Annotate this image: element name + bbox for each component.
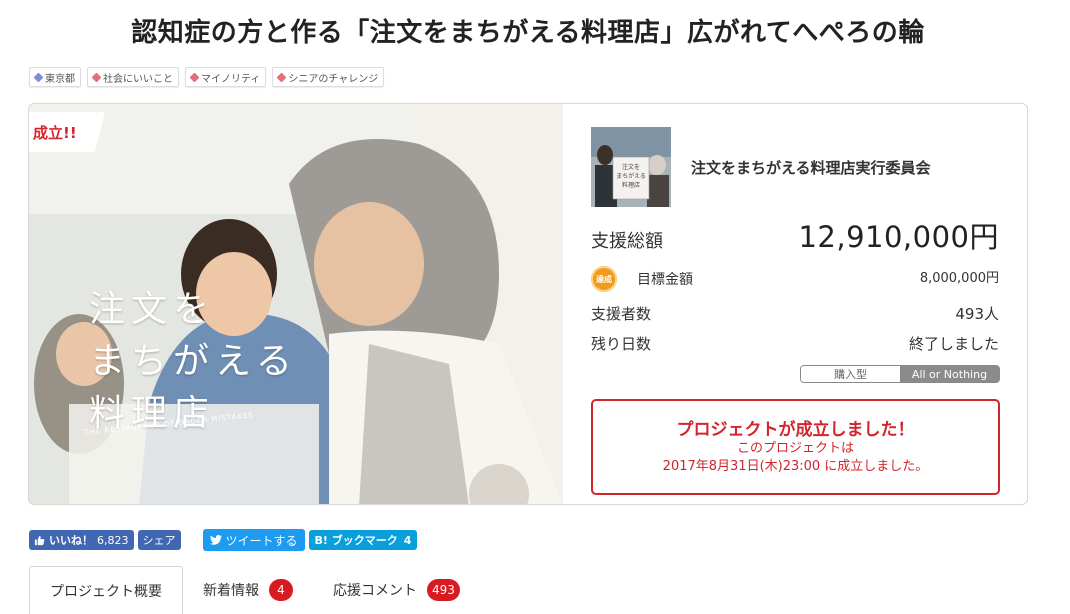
backers-label: 支援者数 [591, 305, 652, 323]
svg-text:注文を: 注文を [622, 163, 640, 171]
hatena-count: 4 [403, 533, 412, 547]
funding-type-indicator: 購入型 All or Nothing [800, 365, 1000, 383]
tag-list: 東京都 社会にいいこと マイノリティ シニアのチャレンジ [29, 67, 385, 87]
page-title: 認知症の方と作る「注文をまちがえる料理店」広がれてへぺろの輪 [131, 18, 925, 48]
like-label: いいね！ [49, 534, 93, 547]
tag-icon [189, 72, 200, 82]
tab-label: 新着情報 [203, 583, 259, 599]
tweet-button[interactable]: ツイートする [202, 529, 305, 551]
svg-text:料理店: 料理店 [622, 181, 640, 189]
facebook-like-button[interactable]: いいね！ 6,823 [29, 530, 134, 550]
tag-label: マイノリティ [201, 73, 261, 85]
success-line: このプロジェクトは [736, 441, 854, 456]
stat-remaining-days: 残り日数 終了しました [591, 333, 999, 354]
share-buttons: いいね！ 6,823 シェア ツイートする B! ブックマーク 4 [29, 529, 418, 551]
remaining-label: 残り日数 [591, 335, 652, 353]
type-purchase: 購入型 [801, 366, 900, 382]
success-ribbon: 成立!! [29, 112, 105, 152]
backers-value: 493人 [955, 305, 999, 323]
project-hero-image: 注文を まちがえる 料理店 THE RESTAURANT OF ORDER MI… [29, 104, 563, 504]
goal-value: 8,000,000円 [919, 270, 999, 286]
tab-updates[interactable]: 新着情報 4 [183, 566, 313, 614]
tag-icon [91, 72, 102, 82]
stat-total-amount: 支援総額 12,910,000円 [591, 214, 999, 256]
tag-icon [33, 72, 44, 82]
thumbs-up-icon [34, 535, 45, 545]
project-info-panel: 注文を まちがえる 料理店 注文をまちがえる料理店実行委員会 支援総額 12,9… [563, 104, 1027, 504]
success-message-box: プロジェクトが成立しました！ このプロジェクトは 2017年8月31日(木)23… [591, 399, 1000, 495]
stat-goal-amount: 達成 目標金額 8,000,000円 [591, 266, 999, 292]
hatena-bookmark-button[interactable]: B! ブックマーク 4 [308, 530, 418, 550]
tag-tokyo[interactable]: 東京都 [29, 67, 81, 87]
stat-backers: 支援者数 493人 [591, 303, 999, 324]
logo-line: 注文を [89, 289, 216, 330]
owner-photo-illustration: 注文を まちがえる 料理店 [591, 127, 671, 207]
tag-icon [276, 72, 287, 82]
tab-label: プロジェクト概要 [50, 583, 162, 600]
tag-social-good[interactable]: 社会にいいこと [87, 67, 179, 87]
hatena-label: B! ブックマーク [314, 534, 398, 547]
facebook-share-button[interactable]: シェア [137, 530, 181, 550]
project-owner[interactable]: 注文を まちがえる 料理店 注文をまちがえる料理店実行委員会 [591, 127, 931, 207]
tweet-label: ツイートする [225, 533, 298, 548]
project-tabs: プロジェクト概要 新着情報 4 応援コメント 493 [29, 566, 480, 614]
updates-count-badge: 4 [269, 579, 293, 601]
tab-comments[interactable]: 応援コメント 493 [313, 566, 480, 614]
tag-label: 社会にいいこと [103, 73, 173, 85]
success-date-line: 2017年8月31日(木)23:00 に成立しました。 [662, 459, 929, 474]
tab-project-overview[interactable]: プロジェクト概要 [29, 566, 183, 614]
tag-label: シニアのチャレンジ [288, 73, 379, 85]
goal-label: 目標金額 [637, 272, 693, 288]
logo-line: まちがえる [89, 341, 298, 382]
tag-senior-challenge[interactable]: シニアのチャレンジ [272, 67, 385, 87]
achieved-badge-icon: 達成 [591, 266, 617, 292]
project-card: 注文を まちがえる 料理店 THE RESTAURANT OF ORDER MI… [28, 103, 1028, 505]
tab-label: 応援コメント [333, 583, 417, 599]
owner-name[interactable]: 注文をまちがえる料理店実行委員会 [691, 157, 931, 178]
like-count: 6,823 [97, 533, 129, 547]
owner-avatar[interactable]: 注文を まちがえる 料理店 [591, 127, 671, 207]
svg-text:まちがえる: まちがえる [616, 172, 646, 180]
tag-label: 東京都 [45, 73, 75, 85]
type-all-or-nothing: All or Nothing [900, 366, 999, 382]
total-value: 12,910,000円 [798, 220, 999, 254]
comments-count-badge: 493 [427, 579, 460, 601]
ribbon-fold [28, 152, 29, 160]
success-headline: プロジェクトが成立しました！ [676, 420, 915, 440]
tag-minority[interactable]: マイノリティ [185, 67, 267, 87]
total-label: 支援総額 [591, 231, 663, 252]
twitter-bird-icon [209, 535, 222, 545]
remaining-value: 終了しました [908, 335, 999, 353]
